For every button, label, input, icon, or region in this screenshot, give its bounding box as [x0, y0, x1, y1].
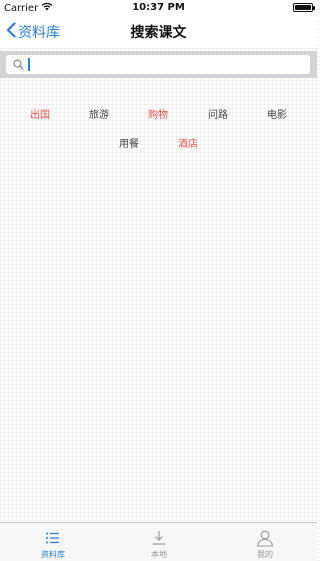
tag-gouwu[interactable]: 购物 — [138, 106, 178, 121]
battery-icon — [293, 3, 315, 12]
tag-lvyou[interactable]: 旅游 — [79, 106, 119, 121]
tab-bar: 资料库 本地 我的 — [0, 522, 317, 561]
tag-chuguo[interactable]: 出国 — [20, 106, 60, 121]
battery-level — [295, 5, 311, 10]
chevron-left-icon — [6, 22, 16, 42]
nav-bar: 资料库 搜索课文 — [0, 16, 317, 48]
tab-mine[interactable]: 我的 — [212, 523, 318, 561]
tag-dianying[interactable]: 电影 — [257, 106, 297, 121]
search-input[interactable] — [25, 56, 310, 73]
search-bar — [0, 51, 317, 78]
tab-label: 资料库 — [41, 550, 65, 559]
text-caret — [28, 58, 30, 71]
back-button[interactable]: 资料库 — [6, 21, 60, 43]
tab-local[interactable]: 本地 — [106, 523, 212, 561]
tag-jiudian[interactable]: 酒店 — [168, 135, 208, 150]
search-box[interactable] — [6, 55, 310, 74]
tab-label: 我的 — [257, 550, 273, 559]
tag-yongcan[interactable]: 用餐 — [109, 135, 149, 150]
user-icon — [256, 529, 274, 547]
tag-wenlu[interactable]: 问路 — [198, 106, 238, 121]
status-time: 10:37 PM — [132, 2, 185, 13]
tab-library[interactable]: 资料库 — [0, 523, 106, 561]
search-icon — [11, 58, 25, 72]
download-icon — [151, 529, 167, 547]
status-bar: Carrier 10:37 PM — [0, 0, 317, 16]
back-label: 资料库 — [18, 25, 60, 41]
tab-label: 本地 — [151, 550, 167, 559]
list-icon — [45, 529, 61, 547]
